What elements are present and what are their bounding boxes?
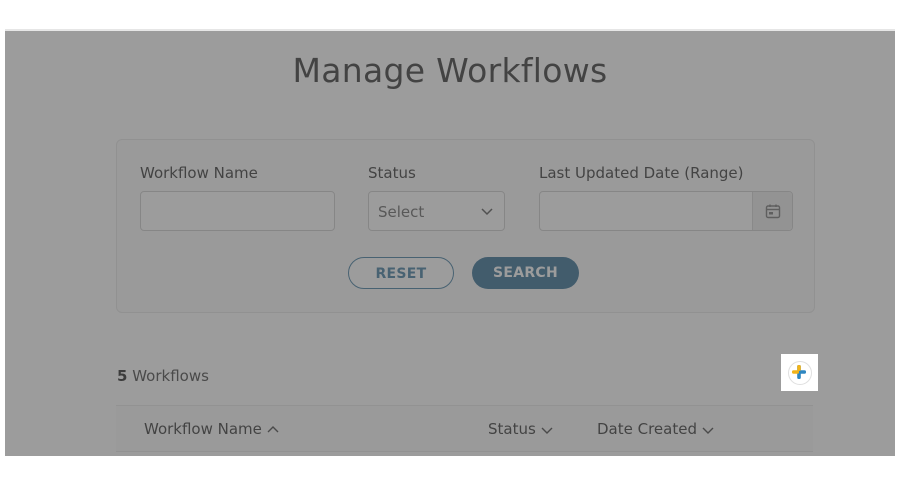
chevron-up-icon bbox=[267, 425, 279, 432]
table-header: Workflow Name Status Date Created bbox=[116, 405, 813, 452]
column-header-date-created[interactable]: Date Created bbox=[597, 420, 714, 438]
workflow-count-number: 5 bbox=[117, 367, 128, 385]
last-updated-label: Last Updated Date (Range) bbox=[539, 164, 744, 182]
filter-panel: Workflow Name Status Select Last Updated… bbox=[116, 139, 815, 313]
reset-button[interactable]: RESET bbox=[348, 257, 454, 289]
column-header-label: Workflow Name bbox=[144, 420, 262, 438]
chevron-down-icon bbox=[541, 427, 553, 434]
plus-icon bbox=[792, 365, 806, 379]
page-title: Manage Workflows bbox=[292, 51, 608, 90]
status-select-value: Select bbox=[378, 203, 425, 221]
column-header-workflow-name[interactable]: Workflow Name bbox=[144, 420, 279, 438]
date-range-input[interactable] bbox=[539, 191, 793, 231]
workflow-count: 5 Workflows bbox=[117, 367, 209, 385]
calendar-icon bbox=[765, 204, 781, 219]
workflow-name-label: Workflow Name bbox=[140, 164, 258, 182]
add-workflow-button[interactable] bbox=[781, 354, 818, 391]
status-label: Status bbox=[368, 164, 416, 182]
column-header-status[interactable]: Status bbox=[488, 420, 553, 438]
status-select[interactable]: Select bbox=[368, 191, 505, 231]
workflow-name-input[interactable] bbox=[140, 191, 335, 231]
page-frame: Manage Workflows Workflow Name Status Se… bbox=[5, 29, 895, 456]
chevron-down-icon bbox=[702, 427, 714, 434]
calendar-button[interactable] bbox=[752, 192, 792, 230]
column-header-label: Date Created bbox=[597, 420, 697, 438]
column-header-label: Status bbox=[488, 420, 536, 438]
workflow-count-label: Workflows bbox=[127, 367, 209, 385]
chevron-down-icon bbox=[481, 208, 493, 216]
search-button[interactable]: SEARCH bbox=[472, 257, 579, 289]
